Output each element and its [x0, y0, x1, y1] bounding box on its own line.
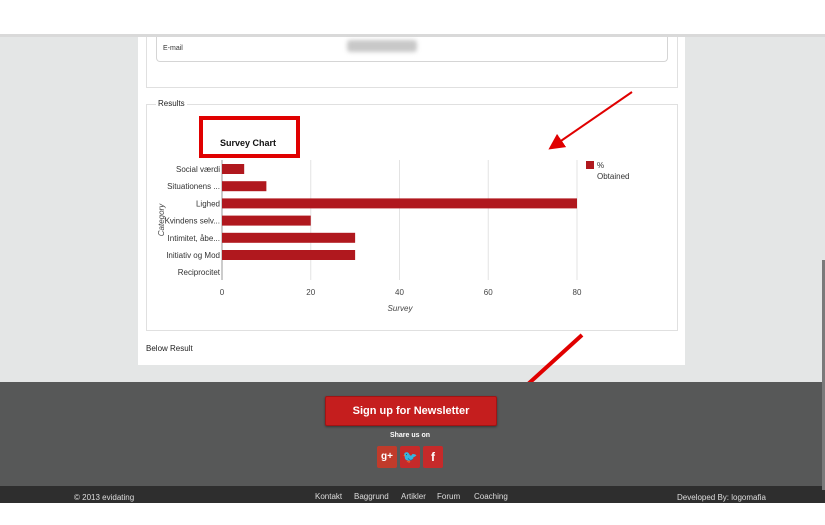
bar — [222, 232, 356, 243]
footer-link-kontakt[interactable]: Kontakt — [315, 492, 342, 501]
category-label: Situationens ... — [167, 182, 220, 191]
footer-link-artikler[interactable]: Artikler — [401, 492, 426, 501]
category-label: Kvindens selv... — [165, 217, 220, 226]
category-label: Lighed — [196, 199, 220, 208]
copyright-text: © 2013 evidating — [74, 493, 135, 502]
x-tick-label: 0 — [220, 288, 225, 297]
category-label: Intimitet, åbe... — [168, 234, 220, 243]
footer-link-forum[interactable]: Forum — [437, 492, 460, 501]
bar — [222, 215, 311, 226]
twitter-icon[interactable]: 🐦 — [400, 446, 420, 468]
footer-link-baggrund[interactable]: Baggrund — [354, 492, 389, 501]
legend-label-line1: % — [597, 161, 604, 170]
bar — [222, 164, 245, 174]
bar — [222, 198, 577, 209]
bar — [222, 181, 267, 192]
category-label: Initiativ og Mod — [166, 251, 220, 260]
share-label: Share us on — [389, 432, 431, 439]
google-plus-icon[interactable]: g+ — [377, 446, 397, 468]
developed-by-text: Developed By: logomafia — [677, 493, 766, 502]
x-tick-label: 40 — [395, 288, 404, 297]
annotation-arrow-chart — [548, 91, 633, 150]
newsletter-signup-button[interactable]: Sign up for Newsletter — [325, 396, 497, 426]
x-tick-label: 20 — [306, 288, 315, 297]
x-tick-label: 80 — [573, 288, 582, 297]
footer-link-coaching[interactable]: Coaching — [474, 492, 508, 501]
category-label: Reciprocitet — [178, 268, 221, 277]
y-axis-title: Category — [157, 203, 166, 236]
category-label: Social værdi — [176, 165, 220, 174]
legend-label-line2: Obtained — [597, 172, 629, 181]
legend-swatch — [586, 161, 594, 169]
bar — [222, 250, 356, 260]
x-axis-title: Survey — [388, 304, 414, 313]
annotation-box — [199, 116, 300, 158]
chart-title: Survey Chart — [220, 138, 276, 148]
bottom-strip — [0, 503, 825, 525]
x-tick-label: 60 — [484, 288, 493, 297]
facebook-icon[interactable]: f — [423, 446, 443, 468]
